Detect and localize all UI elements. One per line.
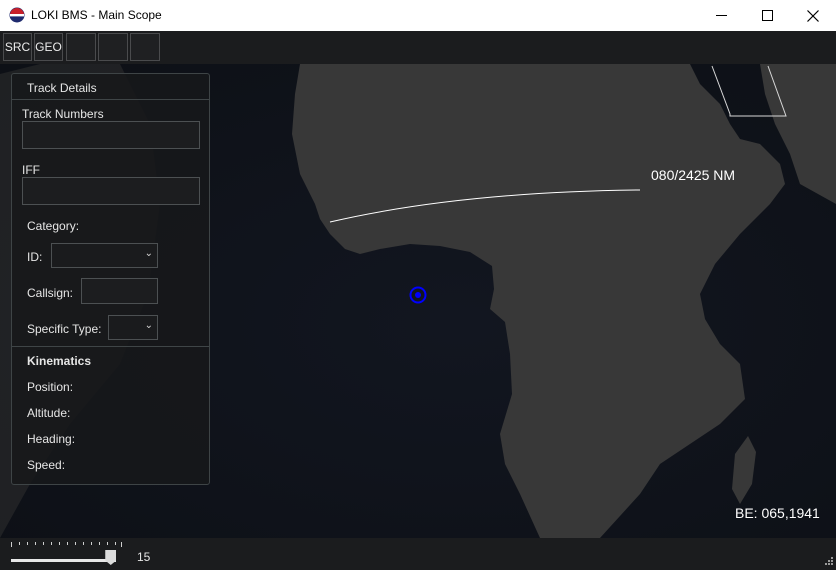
resize-grip-icon[interactable] xyxy=(823,557,833,567)
callsign-field[interactable] xyxy=(81,278,158,304)
zoom-value: 15 xyxy=(137,550,151,564)
speed-label: Speed: xyxy=(27,458,66,472)
specific-type-label: Specific Type: xyxy=(27,322,102,336)
slider-ticks xyxy=(11,542,122,547)
toolbar-button-5[interactable] xyxy=(130,33,160,61)
panel-title: Track Details xyxy=(27,81,97,95)
range-bearing-readout: 080/2425 NM xyxy=(651,167,736,183)
id-select[interactable]: ⌄ xyxy=(51,243,158,268)
window-title: LOKI BMS - Main Scope xyxy=(31,8,162,22)
track-numbers-field[interactable] xyxy=(22,121,200,149)
bullseye-readout: BE: 065,1941 xyxy=(735,505,820,521)
iff-field[interactable] xyxy=(22,177,200,205)
toolbar-button-3[interactable] xyxy=(66,33,96,61)
zoom-slider-thumb[interactable] xyxy=(105,550,117,565)
specific-type-select[interactable]: ⌄ xyxy=(108,315,158,340)
callsign-label: Callsign: xyxy=(27,286,74,300)
panel-divider xyxy=(12,346,209,347)
geo-button[interactable]: GEO xyxy=(34,33,63,61)
toolbar: SRC GEO xyxy=(0,31,836,64)
panel-divider xyxy=(12,99,209,100)
category-label: Category: xyxy=(27,219,80,233)
iff-label: IFF xyxy=(22,163,40,177)
maximize-icon xyxy=(761,10,773,21)
position-label: Position: xyxy=(27,380,74,394)
close-button[interactable] xyxy=(790,0,836,31)
altitude-label: Altitude: xyxy=(27,406,71,420)
title-bar: LOKI BMS - Main Scope xyxy=(0,0,836,31)
chevron-down-icon: ⌄ xyxy=(144,320,153,331)
track-numbers-label: Track Numbers xyxy=(22,107,104,121)
zoom-slider[interactable] xyxy=(11,559,116,562)
close-icon xyxy=(807,9,819,22)
id-label: ID: xyxy=(27,250,43,264)
src-button[interactable]: SRC xyxy=(3,33,32,61)
track-details-panel: Track Details Track Numbers IFF Category… xyxy=(11,73,210,485)
app-icon xyxy=(9,7,25,23)
toolbar-button-4[interactable] xyxy=(98,33,128,61)
heading-label: Heading: xyxy=(27,432,76,446)
status-bar: 15 xyxy=(0,538,836,570)
minimize-button[interactable] xyxy=(698,0,744,31)
kinematics-heading: Kinematics xyxy=(27,354,92,368)
track-symbol-center xyxy=(415,292,421,298)
maximize-button[interactable] xyxy=(744,0,790,31)
minimize-icon xyxy=(715,15,727,16)
chevron-down-icon: ⌄ xyxy=(144,248,153,259)
